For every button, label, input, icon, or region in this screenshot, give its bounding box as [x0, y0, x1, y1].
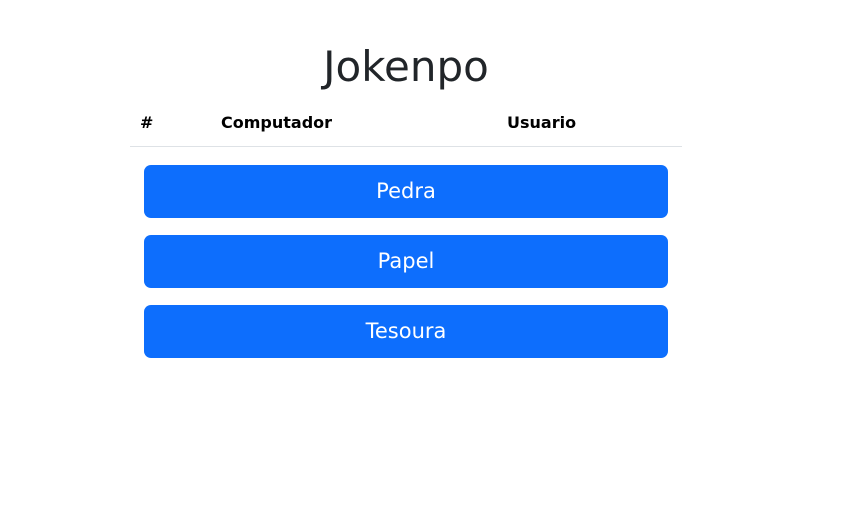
column-header-computer: Computador [221, 104, 507, 147]
score-table: # Computador Usuario [130, 104, 682, 147]
column-header-number: # [130, 104, 221, 147]
page: Jokenpo # Computador Usuario Pedra Papel… [0, 0, 841, 509]
scissors-button[interactable]: Tesoura [144, 305, 668, 358]
rock-button[interactable]: Pedra [144, 165, 668, 218]
column-header-user: Usuario [507, 104, 682, 147]
score-table-header-row: # Computador Usuario [130, 104, 682, 147]
score-table-header: # Computador Usuario [130, 104, 682, 147]
page-title: Jokenpo [323, 42, 489, 91]
move-buttons: Pedra Papel Tesoura [144, 165, 668, 375]
paper-button[interactable]: Papel [144, 235, 668, 288]
